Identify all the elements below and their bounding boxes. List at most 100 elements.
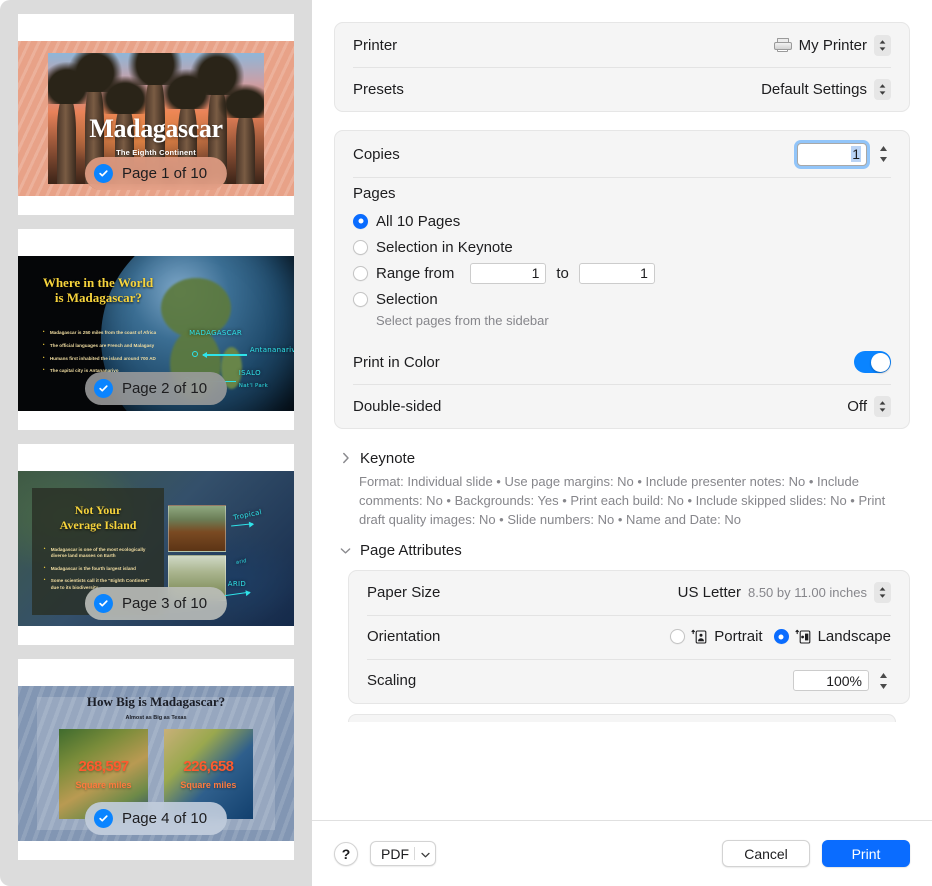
page-badge-label-4: Page 4 of 10	[121, 810, 208, 827]
page-thumbnail-2[interactable]: Where in the World is Madagascar? Madaga…	[18, 229, 294, 430]
pdf-divider	[414, 847, 415, 860]
chevron-up-down-icon[interactable]	[874, 395, 891, 417]
keynote-section: Keynote Format: Individual slide • Use p…	[334, 447, 910, 530]
chevron-up-down-icon[interactable]	[874, 582, 891, 604]
next-section-partial	[348, 713, 896, 722]
orientation-option-portrait[interactable]: Portrait	[670, 628, 763, 646]
keynote-section-header[interactable]: Keynote	[334, 447, 910, 469]
pdf-button-label: PDF	[381, 845, 409, 862]
chevron-up-down-icon[interactable]	[874, 78, 891, 100]
page-badge-1[interactable]: Page 1 of 10	[84, 157, 228, 190]
slide-2-title: Where in the World is Madagascar?	[42, 274, 154, 305]
help-button[interactable]: ?	[334, 841, 358, 866]
slide-2-annotation-antananarivo: Antananarivo	[249, 345, 294, 354]
slide-2-annotation-natl-park: Nat'l Park	[238, 383, 269, 390]
pages-label: Pages	[353, 185, 396, 202]
slide-4-subtitle: Almost as Big as Texas	[125, 715, 187, 722]
chevron-down-icon[interactable]	[420, 846, 431, 862]
checkmark-icon	[93, 379, 113, 398]
slide-4: How Big is Madagascar? Almost as Big as …	[18, 686, 294, 841]
paper-size-dimensions: 8.50 by 11.00 inches	[747, 585, 867, 601]
pages-option-all[interactable]: All 10 Pages	[353, 208, 891, 234]
pages-option-selection-in-keynote[interactable]: Selection in Keynote	[353, 234, 891, 260]
slide-4-stat-unit: Square miles	[75, 779, 132, 790]
slide-3-bullet: Madagascar is one of the most ecological…	[44, 545, 155, 560]
copies-row[interactable]: Copies 1	[335, 131, 909, 177]
slide-2: Where in the World is Madagascar? Madaga…	[18, 256, 294, 411]
presets-label: Presets	[353, 80, 404, 98]
chevron-right-icon[interactable]	[340, 452, 351, 464]
printer-row[interactable]: Printer My Printer	[335, 23, 909, 67]
radio-selection[interactable]	[353, 291, 368, 307]
copies-stepper[interactable]	[876, 142, 891, 166]
slide-4-stat-number: 268,597	[78, 758, 130, 776]
pages-option-selection[interactable]: Selection	[353, 286, 891, 312]
paper-size-value: US Letter	[677, 584, 741, 602]
double-sided-value: Off	[847, 397, 867, 415]
slide-2-marker-dot	[191, 350, 198, 357]
orientation-portrait-label: Portrait	[714, 628, 763, 646]
pages-hint: Select pages from the sidebar	[376, 313, 549, 328]
range-from-value: 1	[531, 265, 540, 281]
double-sided-row[interactable]: Double-sided Off	[335, 384, 909, 428]
pages-option-range[interactable]: Range from 1 to 1	[353, 260, 891, 286]
radio-portrait[interactable]	[670, 629, 686, 645]
page-thumbnail-1[interactable]: Madagascar The Eighth Continent Page 1 o…	[18, 14, 294, 215]
page-thumbnail-3[interactable]: Not Your Average Island Madagascar is on…	[18, 444, 294, 645]
print-dialog: Madagascar The Eighth Continent Page 1 o…	[0, 0, 932, 886]
page-badge-2[interactable]: Page 2 of 10	[84, 372, 228, 405]
slide-2-arrow	[201, 350, 248, 360]
page-badge-label-1: Page 1 of 10	[121, 165, 208, 182]
print-in-color-toggle[interactable]	[854, 351, 891, 373]
copies-value: 1	[851, 146, 861, 162]
radio-selection-in-keynote[interactable]	[353, 239, 368, 255]
chevron-up-down-icon[interactable]	[874, 34, 891, 56]
print-options-panel: Printer My Printer Presets Default Setti…	[312, 0, 932, 886]
checkmark-icon	[93, 164, 113, 183]
print-in-color-label: Print in Color	[353, 353, 440, 371]
presets-row[interactable]: Presets Default Settings	[335, 67, 909, 111]
pdf-button[interactable]: PDF	[370, 841, 436, 866]
scaling-value: 100%	[826, 672, 862, 689]
scaling-row[interactable]: Scaling 100%	[349, 658, 909, 703]
orientation-option-landscape[interactable]: Landscape	[773, 628, 891, 645]
copies-input[interactable]: 1	[797, 142, 867, 166]
paper-size-row[interactable]: Paper Size US Letter 8.50 by 11.00 inche…	[349, 571, 909, 615]
scaling-stepper[interactable]	[876, 669, 891, 693]
range-to-input[interactable]: 1	[578, 262, 655, 284]
range-to-value: 1	[640, 265, 648, 281]
radio-landscape[interactable]	[773, 629, 789, 645]
slide-2-annotation-isalo: ISALO	[238, 369, 261, 378]
orientation-row[interactable]: Orientation Portrait Landscape	[349, 614, 909, 659]
checkmark-icon	[93, 809, 113, 828]
printer-label: Printer	[353, 36, 398, 54]
page-attributes-section-header[interactable]: Page Attributes	[334, 540, 910, 562]
slide-3-photo-tropical	[168, 505, 227, 552]
slide-4-title: How Big is Madagascar?	[86, 693, 226, 709]
range-from-input[interactable]: 1	[470, 262, 547, 284]
printer-value: My Printer	[798, 36, 867, 54]
dialog-footer: ? PDF Cancel Print	[312, 820, 932, 886]
page-badge-3[interactable]: Page 3 of 10	[84, 587, 228, 620]
copies-pages-group: Copies 1 Pages All 10 Pages Selection in…	[334, 130, 910, 429]
slide-3: Not Your Average Island Madagascar is on…	[18, 471, 294, 626]
slide-2-bullet: Humans first inhabited the island around…	[43, 355, 187, 363]
keynote-section-title: Keynote	[360, 449, 416, 467]
range-to-label: to	[556, 264, 569, 282]
print-in-color-row[interactable]: Print in Color	[335, 340, 909, 384]
page-preview-sidebar[interactable]: Madagascar The Eighth Continent Page 1 o…	[0, 0, 312, 886]
page-badge-label-2: Page 2 of 10	[121, 380, 208, 397]
page-attributes-section-title: Page Attributes	[360, 542, 462, 560]
radio-all-pages[interactable]	[353, 213, 368, 229]
scaling-input[interactable]: 100%	[793, 670, 869, 692]
page-thumbnail-4[interactable]: How Big is Madagascar? Almost as Big as …	[18, 659, 294, 860]
print-button[interactable]: Print	[822, 840, 910, 867]
slide-1-subtitle: The Eighth Continent	[116, 147, 196, 157]
cancel-button[interactable]: Cancel	[722, 840, 810, 867]
checkmark-icon	[93, 594, 113, 613]
page-badge-4[interactable]: Page 4 of 10	[84, 802, 228, 835]
print-options-scroll[interactable]: Printer My Printer Presets Default Setti…	[312, 0, 932, 820]
chevron-down-icon[interactable]	[340, 545, 351, 556]
sidebar-scroll-area[interactable]: Madagascar The Eighth Continent Page 1 o…	[18, 14, 294, 860]
radio-range[interactable]	[353, 265, 368, 281]
